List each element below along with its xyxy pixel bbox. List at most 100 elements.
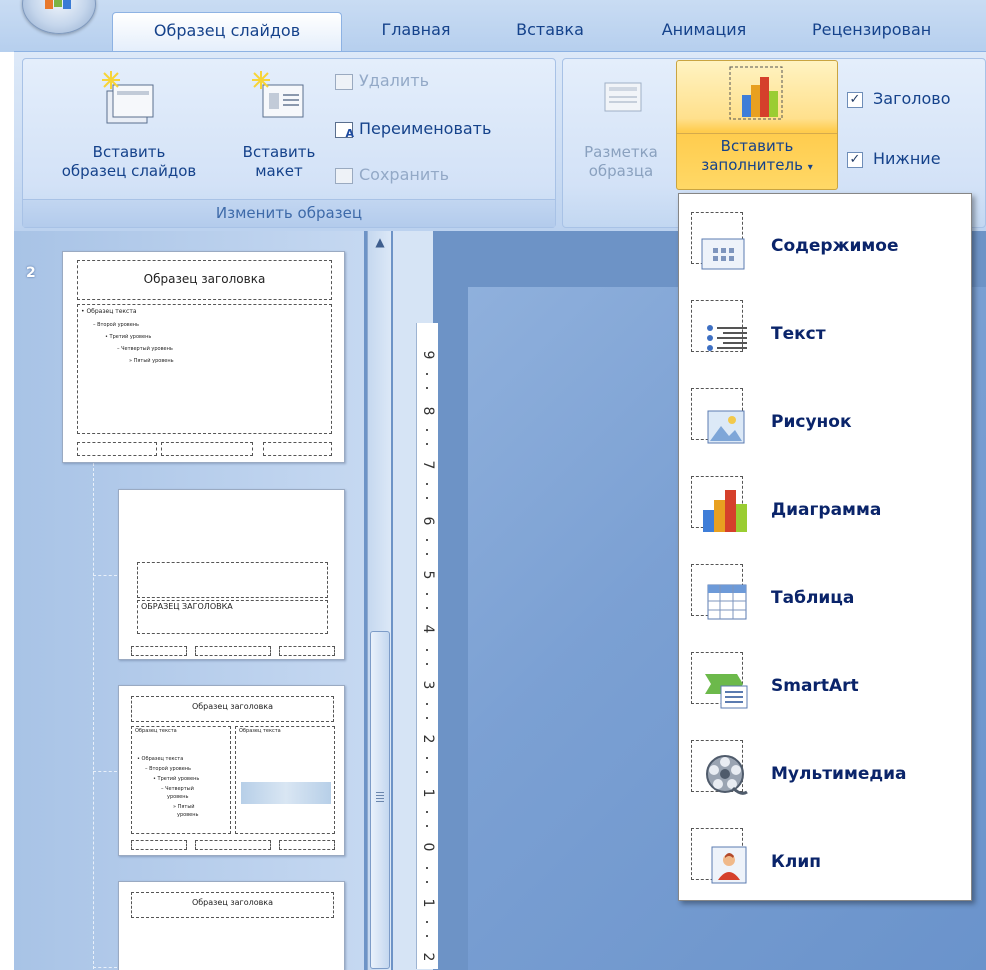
- menu-item-smartart-label: SmartArt: [771, 676, 859, 696]
- slides-pane[interactable]: 2 Образец заголовка • Образец текста – В…: [14, 231, 364, 970]
- ruler-number: 6: [420, 516, 436, 526]
- thumb-right-header: Образец текста: [239, 728, 281, 734]
- ruler-number: 8: [420, 406, 436, 416]
- title-checkbox-mark: ✓: [847, 91, 863, 108]
- ruler-tick: [426, 935, 428, 937]
- smartart-icon: [691, 652, 749, 709]
- dropdown-arrow-icon: ▾: [807, 162, 813, 173]
- ruler-number: 4: [420, 624, 436, 634]
- thumb-title: ОБРАЗЕЦ ЗАГОЛОВКА: [141, 602, 233, 611]
- insert-slide-master-icon: [102, 71, 154, 124]
- menu-item-content-label: Содержимое: [771, 236, 899, 256]
- thumb-body-line: – Второй уровень: [93, 322, 139, 328]
- insert-layout-icon: [252, 71, 304, 118]
- menu-item-table-label: Таблица: [771, 588, 855, 608]
- thumb-footer-date: [131, 840, 187, 850]
- ruler-tick: [426, 497, 428, 499]
- scroll-thumb[interactable]: [370, 631, 390, 969]
- insert-slide-master-button[interactable]: Вставить образец слайдов: [29, 69, 229, 181]
- ruler-tick: [426, 539, 428, 541]
- media-icon: [691, 740, 749, 795]
- office-button[interactable]: [22, 0, 96, 34]
- thumb-footer-number: [263, 442, 332, 456]
- menu-item-clipart[interactable]: Клип: [679, 816, 971, 904]
- menu-item-picture[interactable]: Рисунок: [679, 376, 971, 464]
- thumb-right-content: [235, 726, 335, 834]
- title-checkbox[interactable]: ✓ Заголово: [847, 87, 951, 111]
- tab-animation[interactable]: Анимация: [648, 12, 760, 52]
- insert-slide-master-label-2: образец слайдов: [61, 162, 197, 180]
- thumb-body-line: • Третий уровень: [153, 776, 200, 782]
- ruler-number: 2: [420, 952, 436, 962]
- thumb-subtitle-placeholder: [137, 562, 328, 598]
- ruler-tick: [426, 703, 428, 705]
- ruler-tick: [426, 811, 428, 813]
- preserve-button[interactable]: Сохранить: [335, 163, 449, 187]
- layout-thumbnail-title-only[interactable]: Образец заголовка: [118, 881, 345, 970]
- thumb-body-line: – Четвертый: [161, 786, 194, 792]
- ruler-number: 2: [420, 734, 436, 744]
- clipart-icon: [691, 828, 749, 884]
- tab-slide-master[interactable]: Образец слайдов: [112, 12, 342, 52]
- slide-number: 2: [26, 265, 36, 281]
- ruler-number: 9: [420, 350, 436, 360]
- menu-item-picture-label: Рисунок: [771, 412, 852, 432]
- vertical-ruler: 9 8 7 6 5 4 3 2 1 0 1 2: [416, 323, 438, 969]
- ruler-number: 3: [420, 680, 436, 690]
- tab-review[interactable]: Рецензирован: [812, 12, 986, 52]
- preserve-label: Сохранить: [359, 165, 449, 184]
- thumb-body-line: уровень: [177, 812, 199, 818]
- text-icon: [691, 300, 749, 354]
- menu-item-text-label: Текст: [771, 324, 826, 344]
- thumb-left-header: Образец текста: [135, 728, 177, 734]
- thumb-body-line: – Второй уровень: [145, 766, 191, 772]
- ruler-tick: [426, 663, 428, 665]
- insert-layout-label-2: макет: [255, 162, 303, 180]
- thumb-footer-date: [77, 442, 157, 456]
- scroll-up-icon[interactable]: ▲: [368, 231, 392, 253]
- slide-master-thumbnail[interactable]: Образец заголовка • Образец текста – Вто…: [62, 251, 345, 463]
- rename-icon: A: [335, 121, 354, 139]
- delete-button[interactable]: Удалить: [335, 69, 429, 93]
- rename-button[interactable]: A Переименовать: [335, 117, 491, 141]
- insert-placeholder-chart-icon: [729, 66, 783, 120]
- layout-thumbnail-title-slide[interactable]: ОБРАЗЕЦ ЗАГОЛОВКА: [118, 489, 345, 660]
- menu-item-media[interactable]: Мультимедиа: [679, 728, 971, 816]
- ruler-number: 7: [420, 460, 436, 470]
- slides-pane-scrollbar[interactable]: ▲: [367, 231, 391, 970]
- ruler-tick: [426, 429, 428, 431]
- menu-item-content[interactable]: Содержимое: [679, 200, 971, 288]
- content-icon: [691, 212, 749, 270]
- office-logo-icon: [45, 0, 75, 9]
- tab-home[interactable]: Главная: [366, 12, 466, 52]
- ruler-tick: [426, 593, 428, 595]
- insert-placeholder-button[interactable]: Вставить заполнитель ▾: [676, 60, 838, 190]
- picture-icon: [691, 388, 749, 444]
- thumb-footer-number: [279, 840, 335, 850]
- ruler-tick: [426, 483, 428, 485]
- ruler-tick: [426, 443, 428, 445]
- footers-checkbox-mark: ✓: [847, 151, 863, 168]
- footers-checkbox[interactable]: ✓ Нижние: [847, 147, 941, 171]
- insert-placeholder-split: [677, 133, 837, 134]
- delete-icon: [335, 73, 353, 90]
- master-layout-label-2: образца: [588, 162, 654, 180]
- thumb-footer-text: [195, 840, 271, 850]
- thumb-body-line: уровень: [167, 794, 189, 800]
- thumb-content-icons: [241, 782, 331, 804]
- layout-connector-branch: [93, 967, 117, 968]
- ribbon-tab-bar: Образец слайдов Главная Вставка Анимация…: [0, 0, 986, 52]
- insert-placeholder-menu: Содержимое Текст Рисунок Диаграмма Табли…: [678, 193, 972, 901]
- tab-insert[interactable]: Вставка: [500, 12, 600, 52]
- menu-item-text[interactable]: Текст: [679, 288, 971, 376]
- master-layout-button[interactable]: Разметка образца: [571, 69, 671, 181]
- insert-layout-button[interactable]: Вставить макет: [229, 69, 329, 181]
- thumb-footer-date: [131, 646, 187, 656]
- menu-item-table[interactable]: Таблица: [679, 552, 971, 640]
- menu-item-chart[interactable]: Диаграмма: [679, 464, 971, 552]
- chart-icon: [691, 476, 749, 532]
- layout-thumbnail-two-content[interactable]: Образец заголовка Образец текста Образец…: [118, 685, 345, 856]
- menu-item-smartart[interactable]: SmartArt: [679, 640, 971, 728]
- thumb-body-line: – Четвертый уровень: [117, 346, 173, 352]
- scroll-grip-icon: [376, 792, 384, 804]
